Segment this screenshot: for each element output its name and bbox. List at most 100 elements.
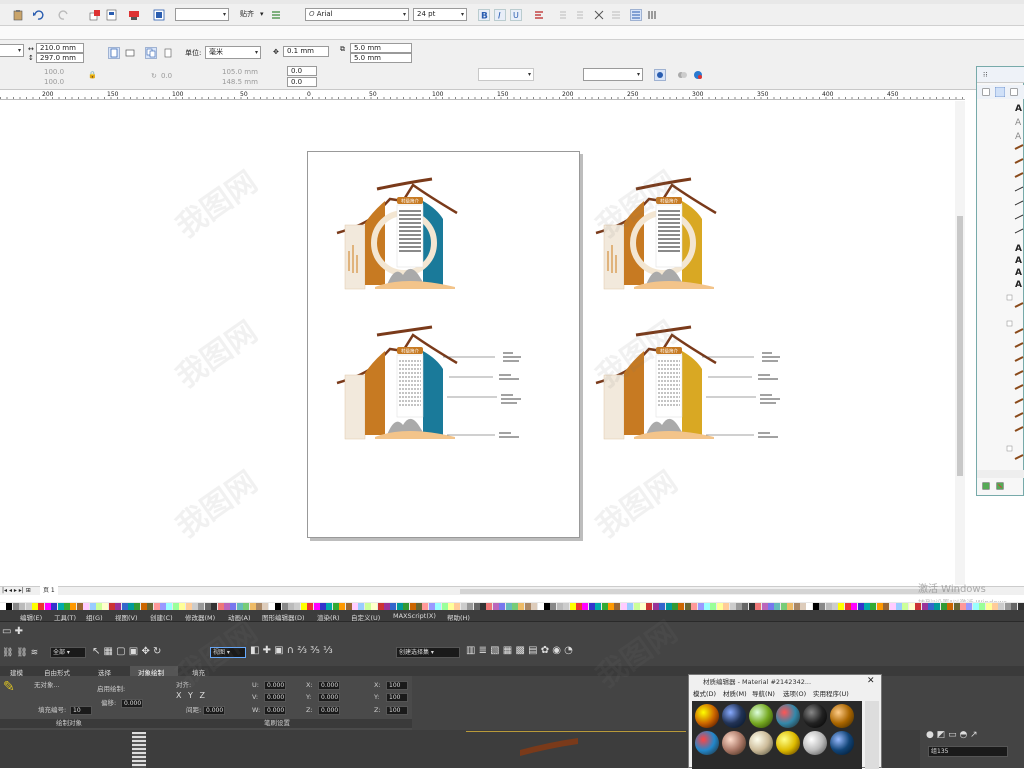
palette-swatch[interactable] (544, 603, 550, 610)
palette-swatch[interactable] (672, 603, 678, 610)
palette-swatch[interactable] (1017, 603, 1024, 610)
palette-swatch[interactable] (185, 603, 192, 610)
palette-swatch[interactable] (902, 603, 909, 610)
palette-swatch[interactable] (377, 603, 384, 610)
palette-swatch[interactable] (550, 603, 557, 610)
scale-x-value[interactable]: 100.0 (44, 67, 64, 77)
text-align-icon[interactable] (533, 9, 545, 21)
palette-swatch[interactable] (256, 603, 262, 610)
palette-swatch[interactable] (1011, 603, 1018, 610)
palette-swatch[interactable] (300, 603, 307, 610)
palette-swatch[interactable] (774, 603, 781, 610)
fill-number-field[interactable]: 10 (70, 706, 92, 715)
import-icon[interactable] (89, 9, 101, 21)
zoom-level-field[interactable]: ▾ (175, 8, 229, 21)
material-slot[interactable] (776, 704, 800, 728)
palette-swatch[interactable] (505, 603, 512, 610)
material-slot[interactable] (695, 704, 719, 728)
palette-swatch[interactable] (224, 603, 230, 610)
palette-swatch[interactable] (825, 603, 832, 610)
menu-tools[interactable]: 工具(T) (54, 612, 76, 622)
menu-maxscript[interactable]: MAXScript(X) (393, 612, 436, 620)
palette-swatch[interactable] (332, 603, 339, 610)
hand-icon[interactable] (654, 69, 666, 81)
palette-swatch[interactable] (556, 603, 563, 610)
export-icon[interactable] (106, 9, 118, 21)
palette-swatch[interactable] (38, 603, 45, 610)
color-dropdown[interactable]: ▾ (583, 68, 643, 81)
palette-swatch[interactable] (755, 603, 762, 610)
material-slot[interactable] (749, 731, 773, 755)
palette-swatch[interactable] (620, 603, 627, 610)
duplicate-y-field[interactable]: 5.0 mm (350, 53, 412, 63)
group-icon[interactable] (676, 69, 688, 81)
palette-swatch[interactable] (512, 603, 518, 610)
palette-swatch[interactable] (940, 603, 947, 610)
mat-menu-utilities[interactable]: 实用程序(U) (813, 689, 849, 699)
v-field[interactable]: 0.000 (264, 693, 286, 702)
palette-swatch[interactable] (32, 603, 38, 610)
material-slot[interactable] (695, 731, 719, 755)
palette-swatch[interactable] (614, 603, 621, 610)
palette-swatch[interactable] (768, 603, 774, 610)
mat-menu-material[interactable]: 材质(M) (723, 689, 747, 699)
culture-wall-design-1[interactable]: 村级简介 (335, 175, 465, 295)
palette-swatch[interactable] (390, 603, 397, 610)
mat-menu-navigation[interactable]: 导航(N) (752, 689, 775, 699)
text-properties-icon[interactable] (593, 9, 605, 21)
palette-swatch[interactable] (806, 603, 813, 610)
page-nav-arrows[interactable]: |◂ ◂ ▸ ▸| ⊞ (2, 586, 31, 596)
palette-swatch[interactable] (217, 603, 224, 610)
palette-swatch[interactable] (992, 603, 998, 610)
menu-customize[interactable]: 自定义(U) (351, 612, 380, 622)
x-field[interactable]: 0.000 (318, 681, 340, 690)
object-tree-list[interactable]: A A A A A A A (977, 101, 1024, 481)
palette-swatch[interactable] (576, 603, 582, 610)
duplicate-x-field[interactable]: 5.0 mm (350, 43, 412, 53)
palette-swatch[interactable] (0, 603, 6, 610)
palette-swatch[interactable] (966, 603, 973, 610)
palette-swatch[interactable] (396, 603, 403, 610)
palette-swatch[interactable] (953, 603, 960, 610)
material-slot[interactable] (749, 704, 773, 728)
reference-coordinate[interactable]: 视图 ▾ (210, 647, 246, 658)
palette-swatch[interactable] (448, 603, 454, 610)
position-y-value[interactable]: 148.5 mm (222, 77, 258, 87)
snap-tools-icons[interactable]: ◧ ✚ ▣ ∩ ⅔ ⅗ ⅓ (250, 646, 333, 656)
material-slot[interactable] (830, 704, 854, 728)
delete-layer-icon[interactable] (995, 481, 1005, 491)
palette-swatch[interactable] (454, 603, 461, 610)
palette-swatch[interactable] (345, 603, 352, 610)
palette-swatch[interactable] (563, 603, 570, 610)
object-name-field[interactable]: 组135 (928, 746, 1008, 757)
material-editor-window[interactable]: 材质编辑器 - Material #2142342... ✕ 模式(D) 材质(… (688, 674, 882, 769)
selection-filter[interactable]: 全部 ▾ (50, 647, 86, 658)
menu-graph-editors[interactable]: 图形编辑器(D) (262, 612, 305, 622)
palette-swatch[interactable] (537, 603, 544, 610)
palette-swatch[interactable] (908, 603, 915, 610)
palette-swatch[interactable] (320, 603, 326, 610)
palette-swatch[interactable] (441, 603, 448, 610)
palette-swatch[interactable] (108, 603, 115, 610)
material-slot[interactable] (803, 731, 827, 755)
palette-swatch[interactable] (57, 603, 64, 610)
palette-swatch[interactable] (947, 603, 954, 610)
mat-menu-options[interactable]: 选项(O) (783, 689, 806, 699)
menu-help[interactable]: 帮助(H) (447, 612, 470, 622)
palette-swatch[interactable] (467, 603, 474, 610)
culture-wall-design-2[interactable]: 村级简介 (594, 175, 724, 295)
scale-y-field[interactable]: 100 (386, 693, 408, 702)
material-slot[interactable] (830, 731, 854, 755)
palette-swatch[interactable] (640, 603, 646, 610)
palette-swatch[interactable] (979, 603, 986, 610)
drop-cap-icon[interactable] (573, 9, 585, 21)
current-page-icon[interactable] (162, 47, 174, 59)
palette-swatch[interactable] (934, 603, 941, 610)
palette-swatch[interactable] (339, 603, 346, 610)
palette-swatch[interactable] (972, 603, 979, 610)
offset-field[interactable]: 0.000 (121, 699, 143, 708)
palette-swatch[interactable] (236, 603, 243, 610)
palette-swatch[interactable] (179, 603, 186, 610)
palette-swatch[interactable] (691, 603, 698, 610)
palette-swatch[interactable] (915, 603, 922, 610)
